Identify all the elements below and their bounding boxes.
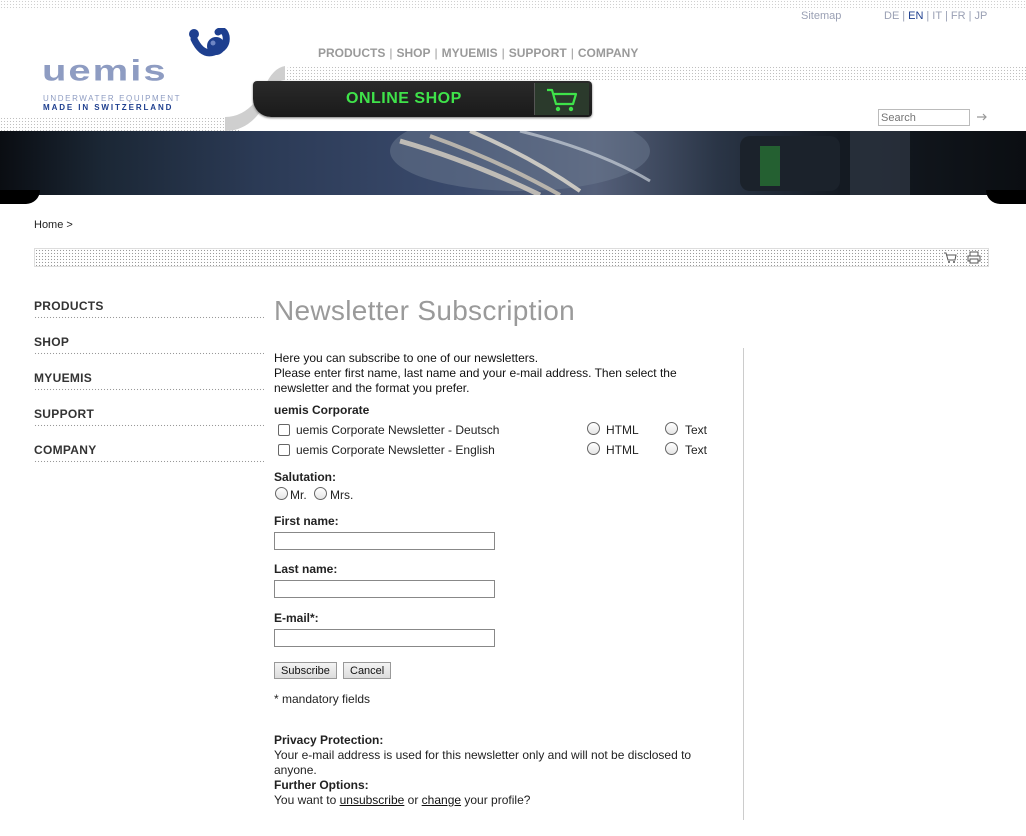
hero-image: [390, 131, 910, 195]
sidebar-item-shop[interactable]: SHOP: [34, 334, 264, 370]
sidebar-item-myuemis[interactable]: MYUEMIS: [34, 370, 264, 406]
email-label: E-mail*:: [274, 611, 319, 625]
privacy-text: Your e-mail address is used for this new…: [274, 748, 692, 777]
shop-cart-panel: [534, 83, 589, 115]
salutation-mrs-label: Mrs.: [330, 488, 354, 502]
hero-curve-left: [0, 190, 40, 204]
newsletter-english-html-radio[interactable]: [587, 442, 600, 455]
privacy-section: Privacy Protection: Your e-mail address …: [274, 733, 714, 808]
print-icon[interactable]: [967, 251, 981, 264]
newsletter-deutsch-html-label: HTML: [606, 423, 639, 437]
newsletter-english-text-label: Text: [685, 443, 708, 457]
sidebar-item-company[interactable]: COMPANY: [34, 442, 264, 478]
nav-support[interactable]: SUPPORT: [509, 46, 567, 60]
salutation-options: Mr. Mrs.: [274, 486, 714, 504]
salutation-mr-label: Mr.: [290, 488, 307, 502]
newsletter-deutsch-text-radio[interactable]: [665, 422, 678, 435]
content-divider: [743, 348, 744, 820]
unsubscribe-link[interactable]: unsubscribe: [340, 793, 405, 807]
logo-tagline-1: UNDERWATER EQUIPMENT: [43, 94, 182, 103]
uemis-logo[interactable]: uemis UNDERWATER EQUIPMENT MADE IN SWITZ…: [42, 28, 232, 112]
last-name-label: Last name:: [274, 562, 338, 576]
newsletter-deutsch-checkbox[interactable]: [278, 424, 290, 436]
mandatory-note: * mandatory fields: [274, 692, 371, 706]
newsletter-english-checkbox[interactable]: [278, 444, 290, 456]
last-name-field[interactable]: [274, 580, 495, 598]
logo-tagline-2: MADE IN SWITZERLAND: [43, 103, 174, 112]
sitemap-link[interactable]: Sitemap: [801, 10, 841, 22]
nav-myuemis[interactable]: MYUEMIS: [442, 46, 498, 60]
sidebar-item-support[interactable]: SUPPORT: [34, 406, 264, 442]
change-link[interactable]: change: [422, 793, 461, 807]
online-shop-button[interactable]: ONLINE SHOP: [253, 81, 592, 117]
newsletter-deutsch-text-label: Text: [685, 423, 708, 437]
nav-products[interactable]: PRODUCTS: [318, 46, 385, 60]
intro-line-1: Here you can subscribe to one of our new…: [274, 351, 539, 365]
online-shop-label: ONLINE SHOP: [346, 90, 462, 107]
header-band-left: [0, 117, 240, 131]
salutation-mrs-radio[interactable]: [314, 487, 327, 500]
sidebar-nav: PRODUCTS SHOP MYUEMIS SUPPORT COMPANY: [34, 298, 264, 478]
cart-small-icon[interactable]: [943, 251, 957, 264]
salutation-mr-radio[interactable]: [275, 487, 288, 500]
newsletter-english-html-label: HTML: [606, 443, 639, 457]
newsletter-row-english: uemis Corporate Newsletter - English HTM…: [274, 441, 714, 459]
page-toolbar: [34, 248, 989, 267]
logo-blob-icon: [189, 28, 230, 57]
hero-curve-right: [986, 190, 1026, 204]
intro-line-2: Please enter first name, last name and y…: [274, 366, 677, 395]
newsletter-group-title: uemis Corporate: [274, 403, 370, 417]
nav-shop[interactable]: SHOP: [396, 46, 430, 60]
nav-company[interactable]: COMPANY: [578, 46, 638, 60]
subscribe-button[interactable]: Subscribe: [274, 662, 337, 679]
lang-fr[interactable]: FR: [951, 10, 966, 22]
newsletter-deutsch-label: uemis Corporate Newsletter - Deutsch: [296, 423, 500, 437]
page-title: Newsletter Subscription: [274, 295, 576, 326]
top-dotted-band: [0, 0, 1026, 10]
further-mid: or: [404, 793, 422, 807]
further-options-title: Further Options:: [274, 778, 369, 792]
hero-banner: [0, 131, 1026, 195]
language-switcher: DE | EN | IT | FR | JP: [884, 10, 988, 22]
first-name-label: First name:: [274, 514, 339, 528]
salutation-label: Salutation:: [274, 470, 336, 484]
newsletter-english-text-radio[interactable]: [665, 442, 678, 455]
newsletter-row-deutsch: uemis Corporate Newsletter - Deutsch HTM…: [274, 421, 714, 439]
lang-en[interactable]: EN: [908, 10, 923, 22]
intro-text: Here you can subscribe to one of our new…: [274, 351, 734, 396]
lang-de[interactable]: DE: [884, 10, 899, 22]
first-name-field[interactable]: [274, 532, 495, 550]
privacy-title: Privacy Protection:: [274, 733, 384, 747]
newsletter-english-label: uemis Corporate Newsletter - English: [296, 443, 495, 457]
lang-jp[interactable]: JP: [974, 10, 987, 22]
cancel-button[interactable]: Cancel: [343, 662, 392, 679]
search-arrow-icon[interactable]: [975, 110, 989, 124]
main-nav: PRODUCTS | SHOP | MYUEMIS | SUPPORT | COMPANY: [318, 46, 639, 60]
sidebar-item-products[interactable]: PRODUCTS: [34, 298, 264, 334]
lang-it[interactable]: IT: [932, 10, 942, 22]
main-content: Newsletter Subscription Here you can sub…: [274, 295, 734, 807]
further-prefix: You want to: [274, 793, 340, 807]
search-input[interactable]: [878, 109, 970, 126]
header-band-right: [280, 66, 1026, 80]
breadcrumb[interactable]: Home >: [34, 219, 73, 231]
logo-wordmark: uemis: [42, 54, 168, 87]
cart-icon: [547, 88, 578, 112]
further-suffix: your profile?: [461, 793, 531, 807]
newsletter-deutsch-html-radio[interactable]: [587, 422, 600, 435]
email-field[interactable]: [274, 629, 495, 647]
